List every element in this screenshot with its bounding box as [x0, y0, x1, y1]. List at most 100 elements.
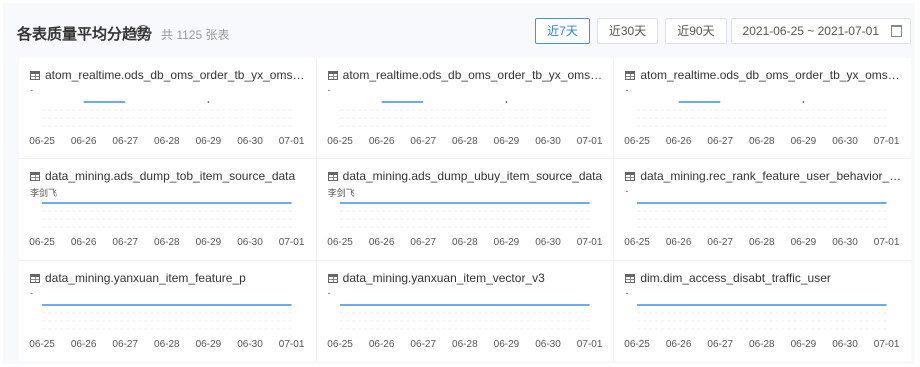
x-tick-label: 06-27 — [112, 237, 138, 248]
x-tick-label: 06-26 — [71, 339, 97, 350]
table-icon — [625, 71, 636, 80]
x-tick-label: 06-29 — [493, 237, 519, 248]
x-tick-label: 06-28 — [452, 339, 478, 350]
panel: 各表质量平均分趋势 ? 共 1125 张表 近7天 近30天 近90天 2021… — [3, 3, 915, 364]
x-tick-label: 06-30 — [535, 339, 561, 350]
x-tick-label: 06-29 — [493, 136, 519, 147]
x-tick-label: 06-29 — [791, 237, 817, 248]
range-selector: 近7天 近30天 近90天 2021-06-25 ~ 2021-07-01 — [535, 18, 911, 44]
card-title[interactable]: atom_realtime.ods_db_oms_order_tb_yx_oms… — [30, 68, 308, 82]
x-tick-label: 07-01 — [279, 339, 305, 350]
table-card[interactable]: atom_realtime.ods_db_oms_order_tb_yx_oms… — [316, 58, 614, 159]
trend-chart: 06-25 06-26 06-27 06-28 06-29 06-30 07-01 — [317, 291, 614, 355]
trend-chart: 06-25 06-26 06-27 06-28 06-29 06-30 07-01 — [614, 88, 911, 152]
x-tick-label: 06-26 — [71, 136, 97, 147]
x-tick-label: 06-30 — [833, 339, 859, 350]
x-tick-label: 06-30 — [833, 237, 859, 248]
x-tick-label: 06-25 — [327, 136, 353, 147]
card-title[interactable]: data_mining.yanxuan_item_feature_p — [30, 271, 308, 285]
trend-chart: 06-25 06-26 06-27 06-28 06-29 06-30 07-01 — [317, 189, 614, 253]
table-icon — [30, 172, 40, 182]
x-tick-label: 07-01 — [279, 237, 305, 248]
x-tick-label: 06-26 — [666, 136, 692, 147]
table-icon — [30, 273, 40, 283]
x-tick-label: 06-27 — [708, 136, 734, 147]
trend-chart: 06-25 06-26 06-27 06-28 06-29 06-30 07-01 — [19, 291, 316, 355]
calendar-icon — [891, 25, 902, 37]
table-icon — [327, 273, 338, 283]
x-tick-label: 06-25 — [625, 136, 651, 147]
x-tick-label: 07-01 — [874, 237, 900, 248]
x-tick-label: 06-26 — [368, 136, 394, 147]
table-card[interactable]: data_mining.ads_dump_tob_item_source_dat… — [19, 159, 316, 260]
card-title[interactable]: atom_realtime.ods_db_oms_order_tb_yx_oms… — [327, 68, 605, 82]
x-tick-label: 07-01 — [576, 339, 602, 350]
panel-title: 各表质量平均分趋势 — [17, 26, 153, 43]
x-tick-label: 06-26 — [368, 339, 394, 350]
card-title[interactable]: atom_realtime.ods_db_oms_order_tb_yx_oms… — [625, 68, 903, 82]
x-tick-label: 07-01 — [874, 136, 900, 147]
card-title-text: data_mining.ads_dump_tob_item_source_dat… — [45, 169, 296, 184]
date-range-picker[interactable]: 2021-06-25 ~ 2021-07-01 — [730, 18, 911, 44]
x-tick-label: 06-30 — [237, 237, 263, 248]
card-title[interactable]: data_mining.ads_dump_tob_item_source_dat… — [30, 169, 308, 183]
x-tick-label: 06-25 — [327, 237, 353, 248]
card-title-text: atom_realtime.ods_db_oms_order_tb_yx_oms… — [45, 68, 308, 82]
card-title[interactable]: dim.dim_access_disabt_traffic_user — [625, 271, 903, 285]
x-tick-label: 06-29 — [196, 136, 222, 147]
x-tick-label: 07-01 — [874, 339, 900, 350]
table-card[interactable]: data_mining.ads_dump_ubuy_item_source_da… — [316, 159, 614, 260]
card-title-text: data_mining.yanxuan_item_feature_p — [45, 270, 246, 285]
x-tick-label: 06-27 — [112, 136, 138, 147]
x-tick-label: 06-27 — [708, 339, 734, 350]
table-card[interactable]: dim.dim_access_disabt_traffic_user -06-25… — [614, 260, 911, 361]
x-tick-label: 06-28 — [154, 136, 180, 147]
table-card[interactable]: data_mining.yanxuan_item_feature_p -06-25… — [19, 260, 316, 361]
x-tick-label: 06-30 — [833, 136, 859, 147]
x-tick-label: 06-25 — [625, 339, 651, 350]
question-circle-icon[interactable]: ? — [136, 25, 150, 39]
card-title[interactable]: data_mining.yanxuan_item_vector_v3 — [327, 270, 606, 285]
range-7-days-button[interactable]: 近7天 — [535, 18, 590, 44]
table-card[interactable]: atom_realtime.ods_db_oms_order_tb_yx_oms… — [614, 58, 911, 159]
range-30-days-button[interactable]: 近30天 — [596, 18, 659, 44]
card-grid: atom_realtime.ods_db_oms_order_tb_yx_oms… — [19, 58, 911, 361]
table-count: 共 1125 张表 — [161, 28, 230, 42]
x-tick-label: 06-28 — [452, 136, 478, 147]
card-title-text: atom_realtime.ods_db_oms_order_tb_yx_oms… — [640, 68, 903, 82]
x-tick-label: 07-01 — [576, 237, 602, 248]
series-point — [505, 101, 507, 103]
x-tick-label: 06-30 — [237, 339, 263, 350]
table-card[interactable]: data_mining.rec_rank_feature_user_behavi… — [614, 159, 911, 260]
trend-chart: 06-25 06-26 06-27 06-28 06-29 06-30 07-01 — [317, 88, 614, 152]
trend-chart: 06-25 06-26 06-27 06-28 06-29 06-30 07-01 — [19, 88, 316, 152]
x-tick-label: 06-25 — [29, 339, 55, 350]
x-tick-label: 06-29 — [493, 339, 519, 350]
x-tick-label: 06-30 — [535, 237, 561, 248]
x-tick-label: 06-28 — [154, 237, 180, 248]
x-tick-label: 06-29 — [791, 339, 817, 350]
table-card[interactable]: atom_realtime.ods_db_oms_order_tb_yx_oms… — [19, 58, 316, 159]
x-tick-label: 06-26 — [368, 237, 394, 248]
x-tick-label: 06-25 — [29, 136, 55, 147]
x-tick-label: 06-25 — [625, 237, 651, 248]
x-tick-label: 06-29 — [196, 339, 222, 350]
x-tick-label: 06-26 — [666, 237, 692, 248]
trend-chart: 06-25 06-26 06-27 06-28 06-29 06-30 07-01 — [614, 291, 911, 355]
x-tick-label: 06-25 — [327, 339, 353, 350]
card-title-text: data_mining.rec_rank_feature_user_behavi… — [640, 169, 903, 184]
range-90-days-button[interactable]: 近90天 — [665, 18, 727, 44]
table-card[interactable]: data_mining.yanxuan_item_vector_v3-06-25… — [316, 260, 614, 361]
date-range-text: 2021-06-25 ~ 2021-07-01 — [742, 24, 879, 38]
x-tick-label: 06-27 — [410, 339, 436, 350]
table-icon — [625, 172, 636, 182]
x-tick-label: 06-27 — [410, 136, 436, 147]
x-tick-label: 07-01 — [576, 136, 602, 147]
x-tick-label: 06-26 — [71, 237, 97, 248]
card-title-text: dim.dim_access_disabt_traffic_user — [640, 270, 831, 285]
card-title[interactable]: data_mining.rec_rank_feature_user_behavi… — [625, 169, 903, 183]
x-tick-label: 06-25 — [29, 237, 55, 248]
card-title-text: data_mining.yanxuan_item_vector_v3 — [342, 270, 545, 285]
x-tick-label: 06-27 — [410, 237, 436, 248]
card-title[interactable]: data_mining.ads_dump_ubuy_item_source_da… — [327, 169, 606, 183]
